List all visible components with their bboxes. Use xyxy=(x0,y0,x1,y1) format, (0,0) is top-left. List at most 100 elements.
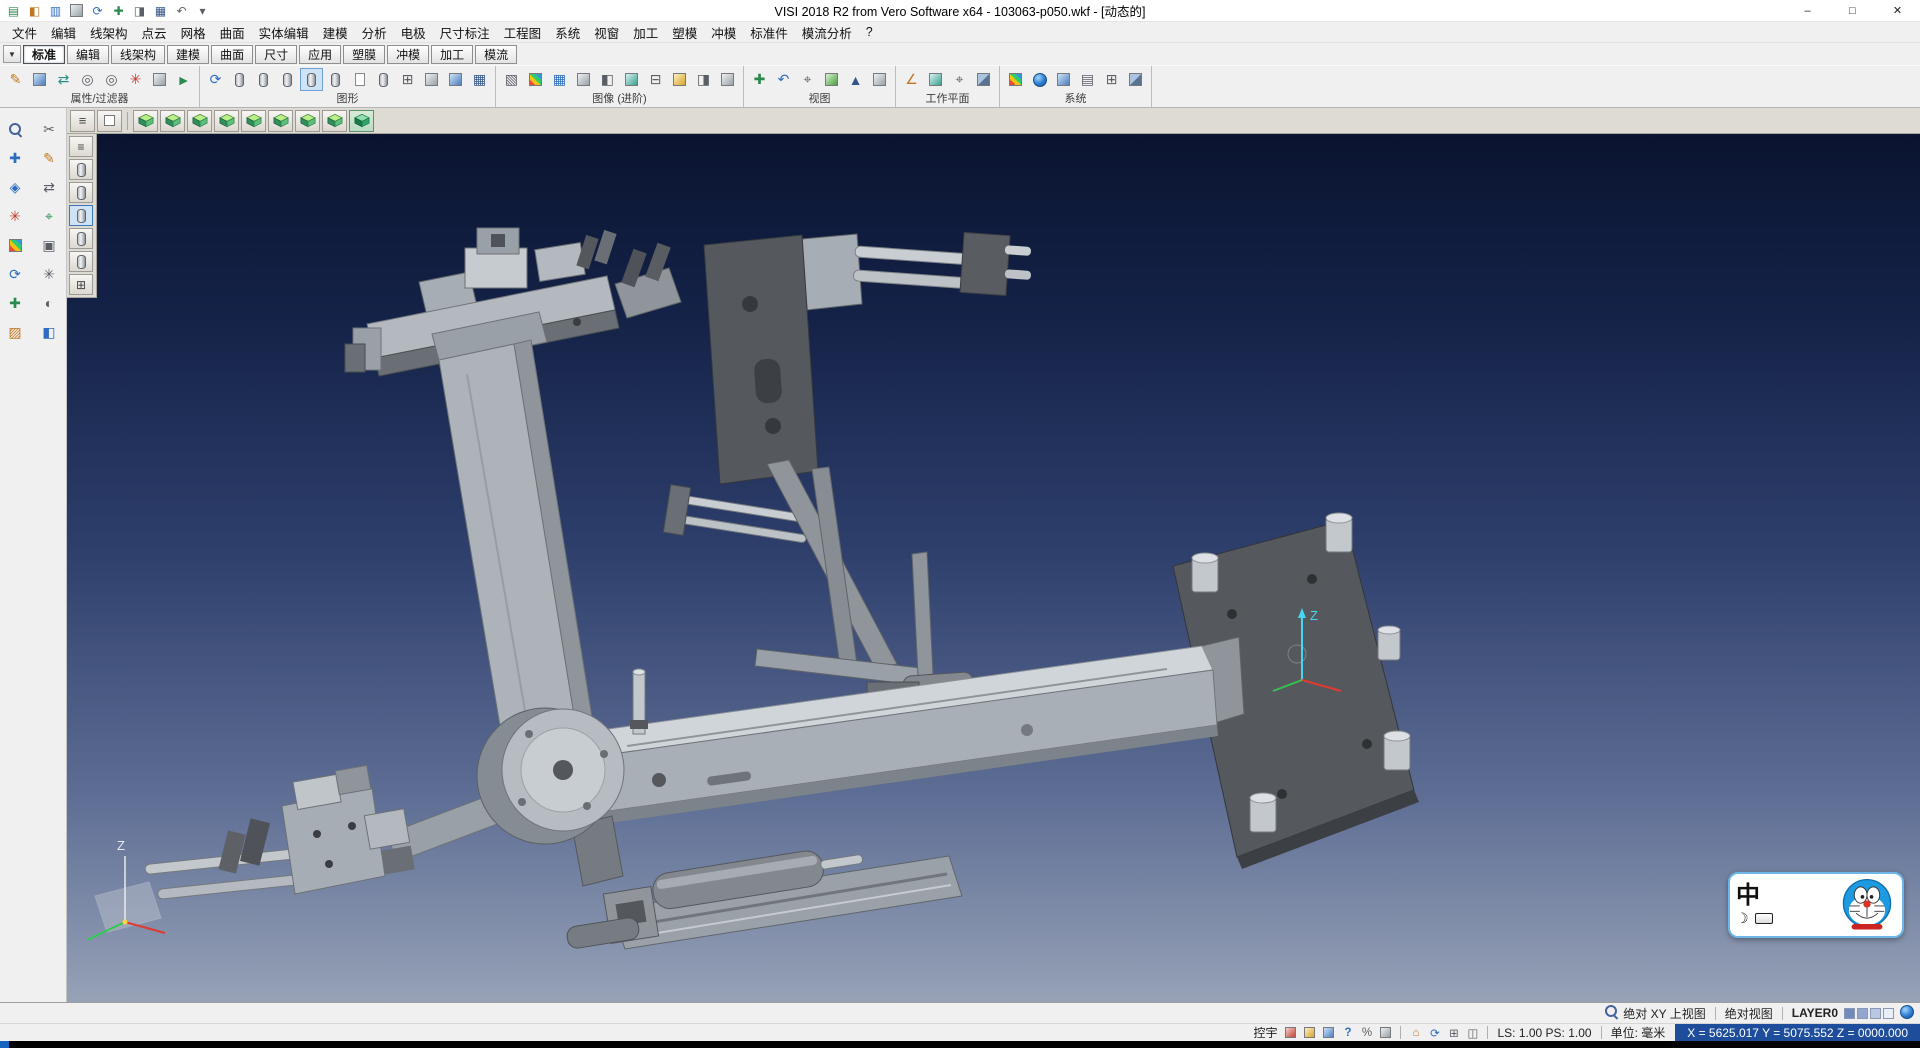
saved-views-icon[interactable] xyxy=(820,68,843,91)
menu-system[interactable]: 系统 xyxy=(548,21,587,44)
minimize-button[interactable]: – xyxy=(1785,0,1830,21)
ime-mode-indicator[interactable]: 中 xyxy=(1736,884,1760,908)
menu-help[interactable]: ? xyxy=(859,23,880,41)
menu-file[interactable]: 文件 xyxy=(5,21,44,44)
view-cube-button[interactable] xyxy=(214,110,239,132)
tab-mould[interactable]: 塑膜 xyxy=(343,45,385,64)
home-view-icon[interactable]: ⌂ xyxy=(1406,1025,1425,1040)
section-right-icon[interactable]: ◨ xyxy=(692,68,715,91)
view-cube-button[interactable] xyxy=(160,110,185,132)
menu-surface[interactable]: 曲面 xyxy=(213,21,252,44)
globe-icon[interactable] xyxy=(1028,68,1051,91)
star-tool-icon[interactable]: ✳ xyxy=(37,263,61,285)
halfcircle-tool-icon[interactable]: ◐ xyxy=(37,292,61,314)
modify-attributes-icon[interactable]: ✳ xyxy=(124,68,147,91)
section-left-icon[interactable]: ◧ xyxy=(596,68,619,91)
background-icon[interactable] xyxy=(444,68,467,91)
workplane-new-icon[interactable] xyxy=(924,68,947,91)
menu-standard-parts[interactable]: 标准件 xyxy=(743,21,795,44)
filter-icon[interactable] xyxy=(28,68,51,91)
view-mode-label[interactable]: 绝对 XY 上视图 xyxy=(1619,1005,1709,1022)
panel-tool-icon[interactable]: ◧ xyxy=(37,321,61,343)
frame-status-icon[interactable]: ◫ xyxy=(1463,1025,1482,1040)
view-cube-button[interactable] xyxy=(241,110,266,132)
menu-wireframe[interactable]: 线架构 xyxy=(83,21,135,44)
tab-wireframe[interactable]: 线架构 xyxy=(111,45,165,64)
hatch-icon[interactable]: ▨ xyxy=(3,321,27,343)
sheet-view-icon[interactable] xyxy=(348,68,371,91)
tab-flow[interactable]: 模流 xyxy=(475,45,517,64)
render-settings-icon[interactable] xyxy=(524,68,547,91)
add-entity-icon[interactable]: ✚ xyxy=(3,292,27,314)
settings-icon[interactable] xyxy=(1319,1025,1338,1040)
open-file-icon[interactable]: ◧ xyxy=(25,2,44,19)
transparent-view-icon[interactable] xyxy=(324,68,347,91)
close-button[interactable]: ✕ xyxy=(1875,0,1920,21)
layer-cylinder-button[interactable] xyxy=(69,159,93,180)
center-view-icon[interactable]: ⌖ xyxy=(796,68,819,91)
record-icon[interactable] xyxy=(1281,1025,1300,1040)
menu-electrode[interactable]: 电极 xyxy=(394,21,433,44)
menu-progress[interactable]: 冲模 xyxy=(704,21,743,44)
tab-modeling[interactable]: 建模 xyxy=(167,45,209,64)
menu-dimension[interactable]: 尺寸标注 xyxy=(433,21,497,44)
help-icon[interactable]: ? xyxy=(1338,1025,1357,1040)
view-split-icon[interactable]: ◨ xyxy=(130,2,149,19)
view-cube-button[interactable] xyxy=(322,110,347,132)
maximize-button[interactable]: □ xyxy=(1830,0,1875,21)
view-cube-button[interactable] xyxy=(187,110,212,132)
environment-icon[interactable] xyxy=(620,68,643,91)
layers-icon[interactable] xyxy=(1300,1025,1319,1040)
tab-application[interactable]: 应用 xyxy=(299,45,341,64)
tab-standard[interactable]: 标准 xyxy=(23,45,65,64)
display-options-icon[interactable] xyxy=(420,68,443,91)
zoom-icon[interactable] xyxy=(3,118,27,140)
redraw-icon[interactable]: ⟳ xyxy=(204,68,227,91)
ime-toolbar[interactable]: 中 ☽ xyxy=(1728,872,1904,938)
new-doc-icon[interactable]: ▤ xyxy=(4,2,23,19)
view-cube-button[interactable] xyxy=(268,110,293,132)
material-icon[interactable] xyxy=(572,68,595,91)
menu-mould[interactable]: 塑模 xyxy=(665,21,704,44)
snap-label[interactable]: 控宇 xyxy=(1249,1024,1281,1041)
link-icon[interactable]: ◎ xyxy=(76,68,99,91)
view-cube-active-button[interactable] xyxy=(349,110,374,132)
menu-machining[interactable]: 加工 xyxy=(626,21,665,44)
tab-progress[interactable]: 冲模 xyxy=(387,45,429,64)
grid-icon[interactable]: ▦ xyxy=(151,2,170,19)
menu-modeling[interactable]: 建模 xyxy=(316,21,355,44)
undo-icon[interactable]: ↶ xyxy=(172,2,191,19)
view-list-button[interactable]: ≡ xyxy=(69,136,93,157)
menu-flow-analysis[interactable]: 模流分析 xyxy=(795,21,859,44)
tab-dropdown-icon[interactable]: ▼ xyxy=(3,45,21,63)
viewport-split-icon[interactable]: ⊞ xyxy=(396,68,419,91)
blank-view-button[interactable] xyxy=(97,110,122,132)
ime-keyboard-icon[interactable] xyxy=(1755,913,1773,924)
layer-cylinder-button[interactable] xyxy=(69,251,93,272)
menu-edit[interactable]: 编辑 xyxy=(44,21,83,44)
layer-color-swatch[interactable] xyxy=(1857,1008,1868,1019)
info-icon[interactable] xyxy=(1376,1025,1395,1040)
layer-cylinder-button[interactable] xyxy=(69,228,93,249)
search-icon[interactable] xyxy=(1604,1004,1619,1022)
gear-icon[interactable]: ✳ xyxy=(3,205,27,227)
layer-color-swatch[interactable] xyxy=(1844,1008,1855,1019)
menu-window[interactable]: 视窗 xyxy=(587,21,626,44)
active-layer-label[interactable]: LAYER0 xyxy=(1788,1006,1842,1020)
absolute-view-label[interactable]: 绝对视图 xyxy=(1721,1005,1777,1022)
crosshair-icon[interactable]: ✚ xyxy=(3,147,27,169)
solid-box-icon[interactable]: ▣ xyxy=(37,234,61,256)
menu-solid-edit[interactable]: 实体编辑 xyxy=(252,21,316,44)
lighting-icon[interactable] xyxy=(668,68,691,91)
workplane-align-icon[interactable] xyxy=(972,68,995,91)
tab-dimension[interactable]: 尺寸 xyxy=(255,45,297,64)
combined-view-icon[interactable] xyxy=(372,68,395,91)
properties-icon[interactable] xyxy=(148,68,171,91)
layer-color-swatch[interactable] xyxy=(1870,1008,1881,1019)
table-icon[interactable]: ▤ xyxy=(1076,68,1099,91)
add-icon[interactable]: ✚ xyxy=(109,2,128,19)
layer-cylinder-button[interactable] xyxy=(69,182,93,203)
sketch-icon[interactable]: ✎ xyxy=(37,147,61,169)
shaded-view-icon[interactable] xyxy=(276,68,299,91)
zoom-all-icon[interactable]: ✚ xyxy=(748,68,771,91)
